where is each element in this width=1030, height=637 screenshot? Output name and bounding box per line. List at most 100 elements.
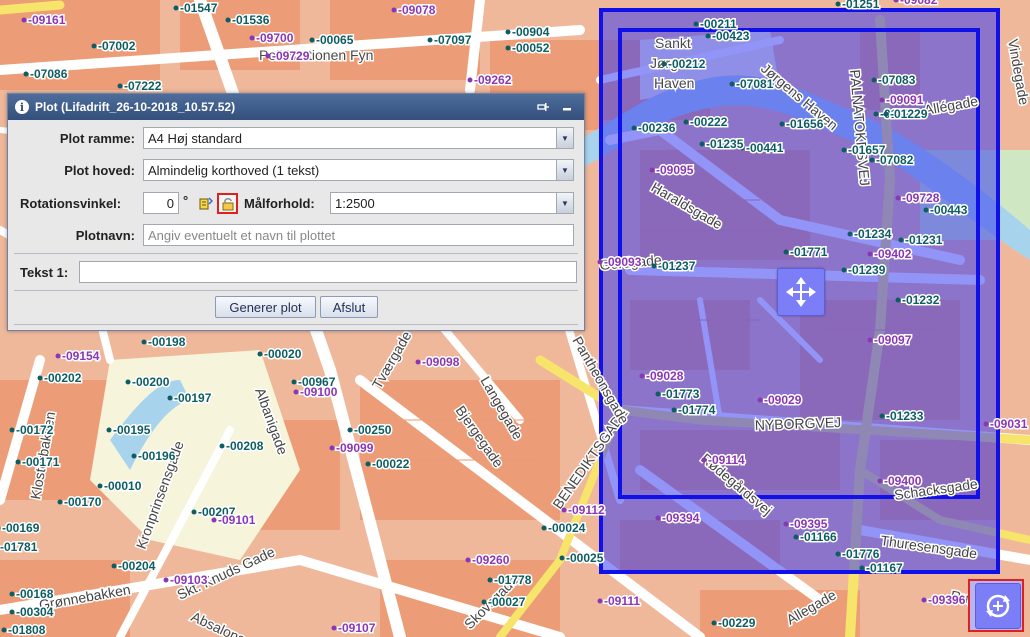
- point-marker[interactable]: [9, 427, 15, 433]
- point-marker[interactable]: [173, 5, 179, 11]
- point-marker[interactable]: [597, 598, 603, 604]
- point-marker[interactable]: [921, 597, 927, 603]
- point-marker[interactable]: [867, 337, 873, 343]
- point-marker[interactable]: [841, 147, 847, 153]
- point-marker[interactable]: [895, 195, 901, 201]
- point-marker[interactable]: [487, 577, 493, 583]
- point-marker[interactable]: [729, 81, 735, 87]
- point-marker[interactable]: [265, 53, 271, 59]
- point-marker[interactable]: [347, 427, 353, 433]
- point-marker[interactable]: [21, 17, 27, 23]
- point-marker[interactable]: [211, 517, 217, 523]
- point-marker[interactable]: [655, 515, 661, 521]
- point-marker[interactable]: [711, 620, 717, 626]
- point-marker[interactable]: [163, 577, 169, 583]
- move-plot-handle[interactable]: [777, 268, 825, 316]
- generate-plot-button[interactable]: Generer plot: [215, 296, 316, 318]
- point-marker[interactable]: [869, 157, 875, 163]
- plot-name-input[interactable]: [143, 224, 574, 246]
- point-marker[interactable]: [671, 407, 677, 413]
- point-marker[interactable]: [329, 445, 335, 451]
- lock-icon[interactable]: [217, 193, 238, 214]
- point-marker[interactable]: [873, 111, 879, 117]
- point-marker[interactable]: [879, 413, 885, 419]
- point-marker[interactable]: [639, 373, 645, 379]
- chevron-down-icon[interactable]: ▼: [556, 160, 573, 180]
- point-marker[interactable]: [779, 121, 785, 127]
- text1-input[interactable]: [79, 261, 577, 283]
- point-marker[interactable]: [37, 375, 43, 381]
- point-marker[interactable]: [111, 563, 117, 569]
- point-marker[interactable]: [106, 427, 112, 433]
- chevron-down-icon[interactable]: ▼: [556, 128, 573, 148]
- point-marker[interactable]: [541, 525, 547, 531]
- point-marker[interactable]: [651, 263, 657, 269]
- point-marker[interactable]: [757, 397, 763, 403]
- point-marker[interactable]: [97, 483, 103, 489]
- point-marker[interactable]: [257, 351, 263, 357]
- point-marker[interactable]: [131, 453, 137, 459]
- point-marker[interactable]: [1, 627, 7, 633]
- point-marker[interactable]: [871, 77, 877, 83]
- point-marker[interactable]: [15, 459, 21, 465]
- chevron-down-icon[interactable]: ▼: [556, 193, 573, 213]
- point-marker[interactable]: [561, 507, 567, 513]
- scale-select[interactable]: 1:2500 ▼: [330, 192, 574, 214]
- point-marker[interactable]: [391, 7, 397, 13]
- point-marker[interactable]: [505, 29, 511, 35]
- point-marker[interactable]: [877, 478, 883, 484]
- point-marker[interactable]: [983, 421, 989, 427]
- rotate-plot-button[interactable]: [975, 583, 1021, 629]
- point-marker[interactable]: [867, 251, 873, 257]
- point-marker[interactable]: [293, 389, 299, 395]
- point-marker[interactable]: [291, 379, 297, 385]
- point-marker[interactable]: [249, 35, 255, 41]
- point-marker[interactable]: [141, 339, 147, 345]
- dialog-titlebar[interactable]: i Plot (Lifadrift_26-10-2018_10.57.52): [8, 94, 584, 120]
- point-marker[interactable]: [835, 1, 841, 7]
- point-marker[interactable]: [331, 625, 337, 631]
- point-marker[interactable]: [895, 297, 901, 303]
- point-marker[interactable]: [57, 499, 63, 505]
- point-marker[interactable]: [225, 17, 231, 23]
- point-marker[interactable]: [859, 565, 865, 571]
- point-marker[interactable]: [465, 557, 471, 563]
- point-marker[interactable]: [467, 77, 473, 83]
- point-marker[interactable]: [699, 141, 705, 147]
- point-marker[interactable]: [91, 43, 97, 49]
- rotation-input[interactable]: [143, 192, 179, 214]
- close-button[interactable]: Afslut: [320, 296, 378, 318]
- point-marker[interactable]: [117, 83, 123, 89]
- point-marker[interactable]: [55, 353, 61, 359]
- point-marker[interactable]: [649, 167, 655, 173]
- plot-header-select[interactable]: Almindelig korthoved (1 tekst) ▼: [143, 159, 574, 181]
- point-marker[interactable]: [125, 379, 131, 385]
- point-marker[interactable]: [309, 37, 315, 43]
- point-marker[interactable]: [219, 443, 225, 449]
- point-marker[interactable]: [835, 551, 841, 557]
- point-marker[interactable]: [879, 97, 885, 103]
- point-marker[interactable]: [505, 45, 511, 51]
- plot-frame-select[interactable]: A4 Høj standard ▼: [143, 127, 574, 149]
- point-marker[interactable]: [427, 37, 433, 43]
- point-marker[interactable]: [783, 249, 789, 255]
- pin-icon[interactable]: [536, 100, 550, 114]
- point-marker[interactable]: [415, 359, 421, 365]
- point-marker[interactable]: [923, 207, 929, 213]
- point-marker[interactable]: [167, 395, 173, 401]
- point-marker[interactable]: [661, 61, 667, 67]
- point-marker[interactable]: [898, 237, 904, 243]
- rotate-tool-icon[interactable]: [196, 195, 214, 213]
- minimize-icon[interactable]: [560, 100, 574, 114]
- point-marker[interactable]: [9, 609, 15, 615]
- point-marker[interactable]: [847, 231, 853, 237]
- point-marker[interactable]: [655, 391, 661, 397]
- point-marker[interactable]: [693, 21, 699, 27]
- point-marker[interactable]: [631, 125, 637, 131]
- point-marker[interactable]: [883, 111, 889, 117]
- point-marker[interactable]: [365, 461, 371, 467]
- point-marker[interactable]: [9, 591, 15, 597]
- point-marker[interactable]: [191, 509, 197, 515]
- point-marker[interactable]: [793, 534, 799, 540]
- point-marker[interactable]: [481, 599, 487, 605]
